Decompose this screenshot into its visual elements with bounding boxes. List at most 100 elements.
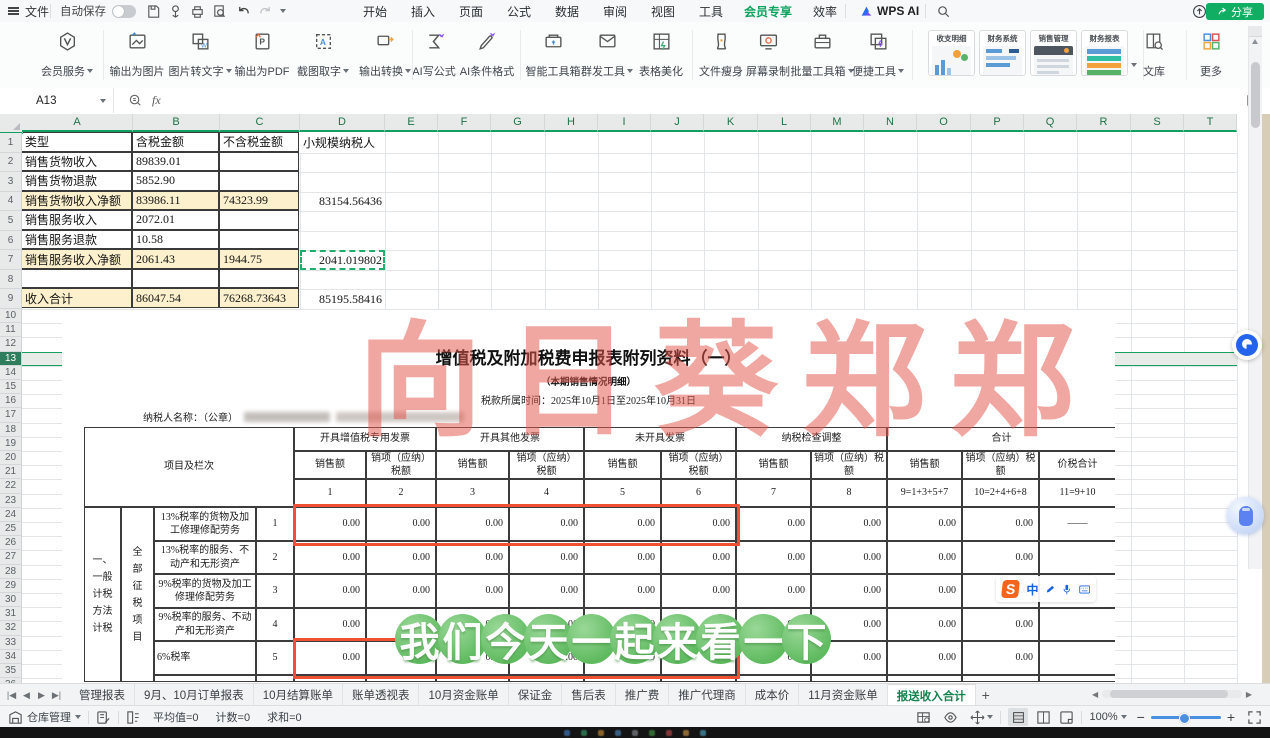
cell-C8[interactable] [219, 268, 299, 289]
column-header-K[interactable]: K [704, 114, 758, 132]
cell-A9[interactable]: 收入合计 [21, 288, 132, 308]
sheet-tab-保证金[interactable]: 保证金 [509, 684, 563, 706]
cell-A5[interactable]: 销售服务收入 [21, 210, 132, 230]
row-header-17[interactable]: 17 [0, 408, 22, 423]
sheet-tab-报送收入合计[interactable]: 报送收入合计 [887, 684, 976, 706]
autosave-toggle[interactable] [112, 0, 136, 22]
template-card-finance-system[interactable]: 财务系统 [979, 30, 1026, 76]
column-header-M[interactable]: M [811, 114, 864, 132]
cell-A4[interactable]: 销售货物收入净额 [21, 190, 132, 211]
name-box[interactable]: A13 [0, 88, 114, 113]
cell-D9[interactable]: 85195.58416 [300, 289, 385, 309]
column-header-S[interactable]: S [1131, 114, 1184, 132]
row-header-15[interactable]: 15 [0, 379, 22, 395]
sheet-tab-10月结算账单[interactable]: 10月结算账单 [254, 684, 343, 706]
cell-A7[interactable]: 销售服务收入净额 [21, 249, 132, 269]
menu-tab-视图[interactable]: 视图 [643, 0, 683, 22]
cell-C7[interactable]: 1944.75 [219, 249, 299, 269]
row-header-22[interactable]: 22 [0, 479, 22, 494]
menu-tab-数据[interactable]: 数据 [547, 0, 587, 22]
menu-tab-会员专享[interactable]: 会员专享 [739, 0, 797, 24]
cell-B2[interactable]: 89839.01 [132, 151, 219, 172]
row-header-35[interactable]: 35 [0, 663, 22, 679]
column-header-B[interactable]: B [133, 114, 220, 132]
sheet-quick-jump[interactable]: 仓库管理 [27, 709, 71, 725]
zoom-slider-thumb[interactable] [1178, 712, 1190, 724]
scroll-up-arrow[interactable] [1252, 39, 1258, 44]
row-header-5[interactable]: 5 [0, 211, 22, 231]
more-tools-button[interactable]: 更多 [1185, 28, 1237, 82]
column-header-H[interactable]: H [545, 114, 598, 132]
template-card-income-detail[interactable]: 收支明细 [928, 30, 975, 76]
main-menu-icon[interactable] [8, 0, 19, 22]
template-card-sales-mgmt[interactable]: 销售管理 [1030, 30, 1077, 76]
sheet-tab-账单透视表[interactable]: 账单透视表 [343, 684, 420, 706]
row-header-12[interactable]: 12 [0, 337, 22, 352]
fullscreen-icon[interactable] [1247, 710, 1262, 725]
library-button[interactable]: 文库 [1125, 28, 1183, 82]
save-button[interactable] [146, 0, 161, 22]
column-header-D[interactable]: D [300, 114, 385, 132]
cell-D6[interactable] [300, 231, 385, 251]
sheet-tab-11月资金账单[interactable]: 11月资金账单 [799, 684, 888, 706]
cell-D2[interactable] [300, 153, 385, 173]
wps-ai-button[interactable]: WPS AI [860, 0, 919, 22]
row-header-14[interactable]: 14 [0, 365, 22, 380]
zoom-slider[interactable] [1150, 712, 1221, 724]
ribbon-item-便捷工具[interactable]: 便捷工具 [840, 28, 916, 82]
page-break-view-icon[interactable] [1036, 710, 1051, 725]
cell-B3[interactable]: 5852.90 [132, 171, 219, 191]
column-header-E[interactable]: E [385, 114, 438, 132]
export-button[interactable] [168, 0, 183, 22]
move-tool-button[interactable] [970, 710, 994, 725]
hscroll-thumb[interactable] [1110, 690, 1229, 698]
row-header-18[interactable]: 18 [0, 422, 22, 437]
row-header-28[interactable]: 28 [0, 564, 22, 579]
column-header-C[interactable]: C [220, 114, 300, 132]
row-header-1[interactable]: 1 [0, 133, 22, 153]
menu-tab-开始[interactable]: 开始 [355, 0, 395, 22]
column-header-A[interactable]: A [22, 114, 133, 132]
sheet-tab-成本价[interactable]: 成本价 [746, 684, 800, 706]
fx-button[interactable]: fx [152, 93, 161, 108]
sheet-tab-管理报表[interactable]: 管理报表 [70, 684, 135, 706]
row-header-16[interactable]: 16 [0, 394, 22, 409]
ime-toolbar[interactable]: S 中 [996, 576, 1096, 602]
cell-D4[interactable]: 83154.56436 [300, 192, 385, 212]
next-sheet-button[interactable]: ▶ [34, 684, 49, 706]
vertical-scrollbar[interactable] [1248, 26, 1262, 569]
eye-protect-icon[interactable] [943, 710, 958, 725]
cell-C2[interactable] [219, 151, 299, 172]
row-header-13[interactable]: 13 [0, 351, 22, 366]
menu-tab-公式[interactable]: 公式 [499, 0, 539, 22]
column-header-L[interactable]: L [758, 114, 811, 132]
ribbon-item-会员服务[interactable]: 会员服务 [29, 28, 105, 82]
cell-B9[interactable]: 86047.54 [132, 288, 219, 308]
row-header-24[interactable]: 24 [0, 507, 22, 522]
menu-tab-审阅[interactable]: 审阅 [595, 0, 635, 22]
column-header-P[interactable]: P [971, 114, 1024, 132]
ribbon-item-AI条件格式[interactable]: AI条件格式 [449, 28, 525, 82]
floating-touch-button[interactable] [1227, 497, 1264, 534]
cell-C1[interactable]: 不含税金额 [219, 132, 299, 152]
cell-A1[interactable]: 类型 [21, 132, 132, 152]
row-header-2[interactable]: 2 [0, 152, 22, 173]
cell-A2[interactable]: 销售货物收入 [21, 151, 132, 172]
row-header-32[interactable]: 32 [0, 621, 22, 636]
upload-button[interactable] [1192, 0, 1207, 22]
insert-function-button[interactable] [128, 93, 143, 108]
redo-button[interactable] [258, 0, 273, 22]
cell-A3[interactable]: 销售货物退款 [21, 171, 132, 191]
cell-C5[interactable] [219, 210, 299, 230]
row-header-27[interactable]: 27 [0, 550, 22, 565]
floating-assistant-button[interactable] [1232, 330, 1262, 360]
undo-button[interactable] [236, 0, 251, 22]
outline-icon[interactable] [126, 710, 141, 725]
row-header-29[interactable]: 29 [0, 578, 22, 593]
cell-A6[interactable]: 销售服务退款 [21, 229, 132, 250]
cell-B1[interactable]: 含税金额 [132, 132, 219, 152]
menu-tab-页面[interactable]: 页面 [451, 0, 491, 22]
cell-D3[interactable] [300, 172, 385, 192]
file-menu[interactable]: 文件 [25, 0, 49, 22]
select-all-corner[interactable] [0, 114, 23, 134]
